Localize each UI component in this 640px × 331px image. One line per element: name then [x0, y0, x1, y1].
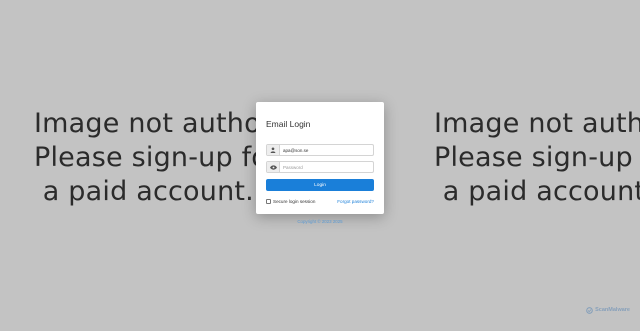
- watermark: ScanMalware: [586, 301, 630, 319]
- password-field[interactable]: [266, 161, 374, 173]
- placeholder-message-right: Image not autho Please sign-up fo a paid…: [434, 108, 640, 207]
- login-title: Email Login: [266, 119, 311, 129]
- eye-icon: [267, 162, 280, 172]
- copyright-text: Copyright © 2023 2025: [297, 219, 343, 224]
- watermark-text: ScanMalware: [595, 307, 630, 313]
- login-options-row: Secure login session Forgot password?: [266, 197, 374, 205]
- placeholder-message-left: Image not author Please sign-up for a pa…: [34, 108, 279, 207]
- password-input[interactable]: [280, 162, 373, 172]
- scan-logo-icon: [586, 301, 593, 319]
- email-field[interactable]: [266, 144, 374, 156]
- secure-session-label: Secure login session: [273, 198, 316, 204]
- page-stage: Image not author Please sign-up for a pa…: [0, 0, 640, 331]
- email-input[interactable]: [280, 145, 373, 155]
- secure-session-checkbox[interactable]: [266, 198, 271, 204]
- secure-session-option[interactable]: Secure login session: [266, 198, 316, 204]
- forgot-password-link[interactable]: Forgot password?: [337, 199, 374, 204]
- user-icon: [267, 145, 280, 155]
- login-button[interactable]: Login: [266, 179, 374, 191]
